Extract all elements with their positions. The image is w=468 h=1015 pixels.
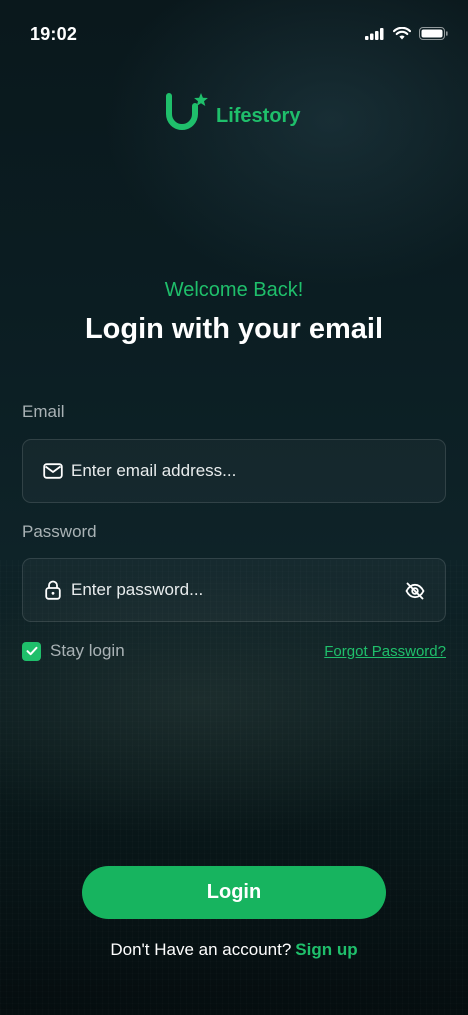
brand-logo: Lifestory (164, 92, 300, 136)
status-icons (365, 27, 448, 40)
signup-row: Don't Have an account? Sign up (0, 940, 468, 960)
password-placeholder: Enter password... (71, 580, 204, 599)
mail-icon (43, 461, 63, 481)
email-label: Email (22, 402, 65, 421)
brand-name: Lifestory (216, 104, 301, 127)
password-field[interactable]: Enter password... (22, 558, 446, 622)
forgot-password-link[interactable]: Forgot Password? (324, 643, 446, 660)
status-time: 19:02 (30, 24, 78, 44)
signup-prompt: Don't Have an account? (110, 940, 292, 959)
email-placeholder: Enter email address... (71, 461, 237, 480)
checkbox-checked[interactable] (22, 641, 41, 661)
signup-link[interactable]: Sign up (295, 940, 357, 959)
page-title: Login with your email (84, 313, 384, 345)
email-field[interactable]: Enter email address... (22, 439, 446, 503)
eye-off-icon[interactable] (405, 581, 425, 606)
battery-icon (419, 27, 448, 40)
password-label: Password (22, 522, 97, 541)
welcome-kicker: Welcome Back! (164, 279, 304, 301)
check-icon (26, 646, 37, 656)
lifestory-logo-icon (166, 93, 208, 130)
login-button[interactable]: Login (82, 866, 386, 919)
signal-icon (365, 27, 384, 40)
stay-login-label: Stay login (50, 641, 125, 660)
lock-icon (43, 580, 63, 600)
stay-login-toggle[interactable]: Stay login (22, 641, 125, 661)
wifi-icon (393, 27, 411, 40)
